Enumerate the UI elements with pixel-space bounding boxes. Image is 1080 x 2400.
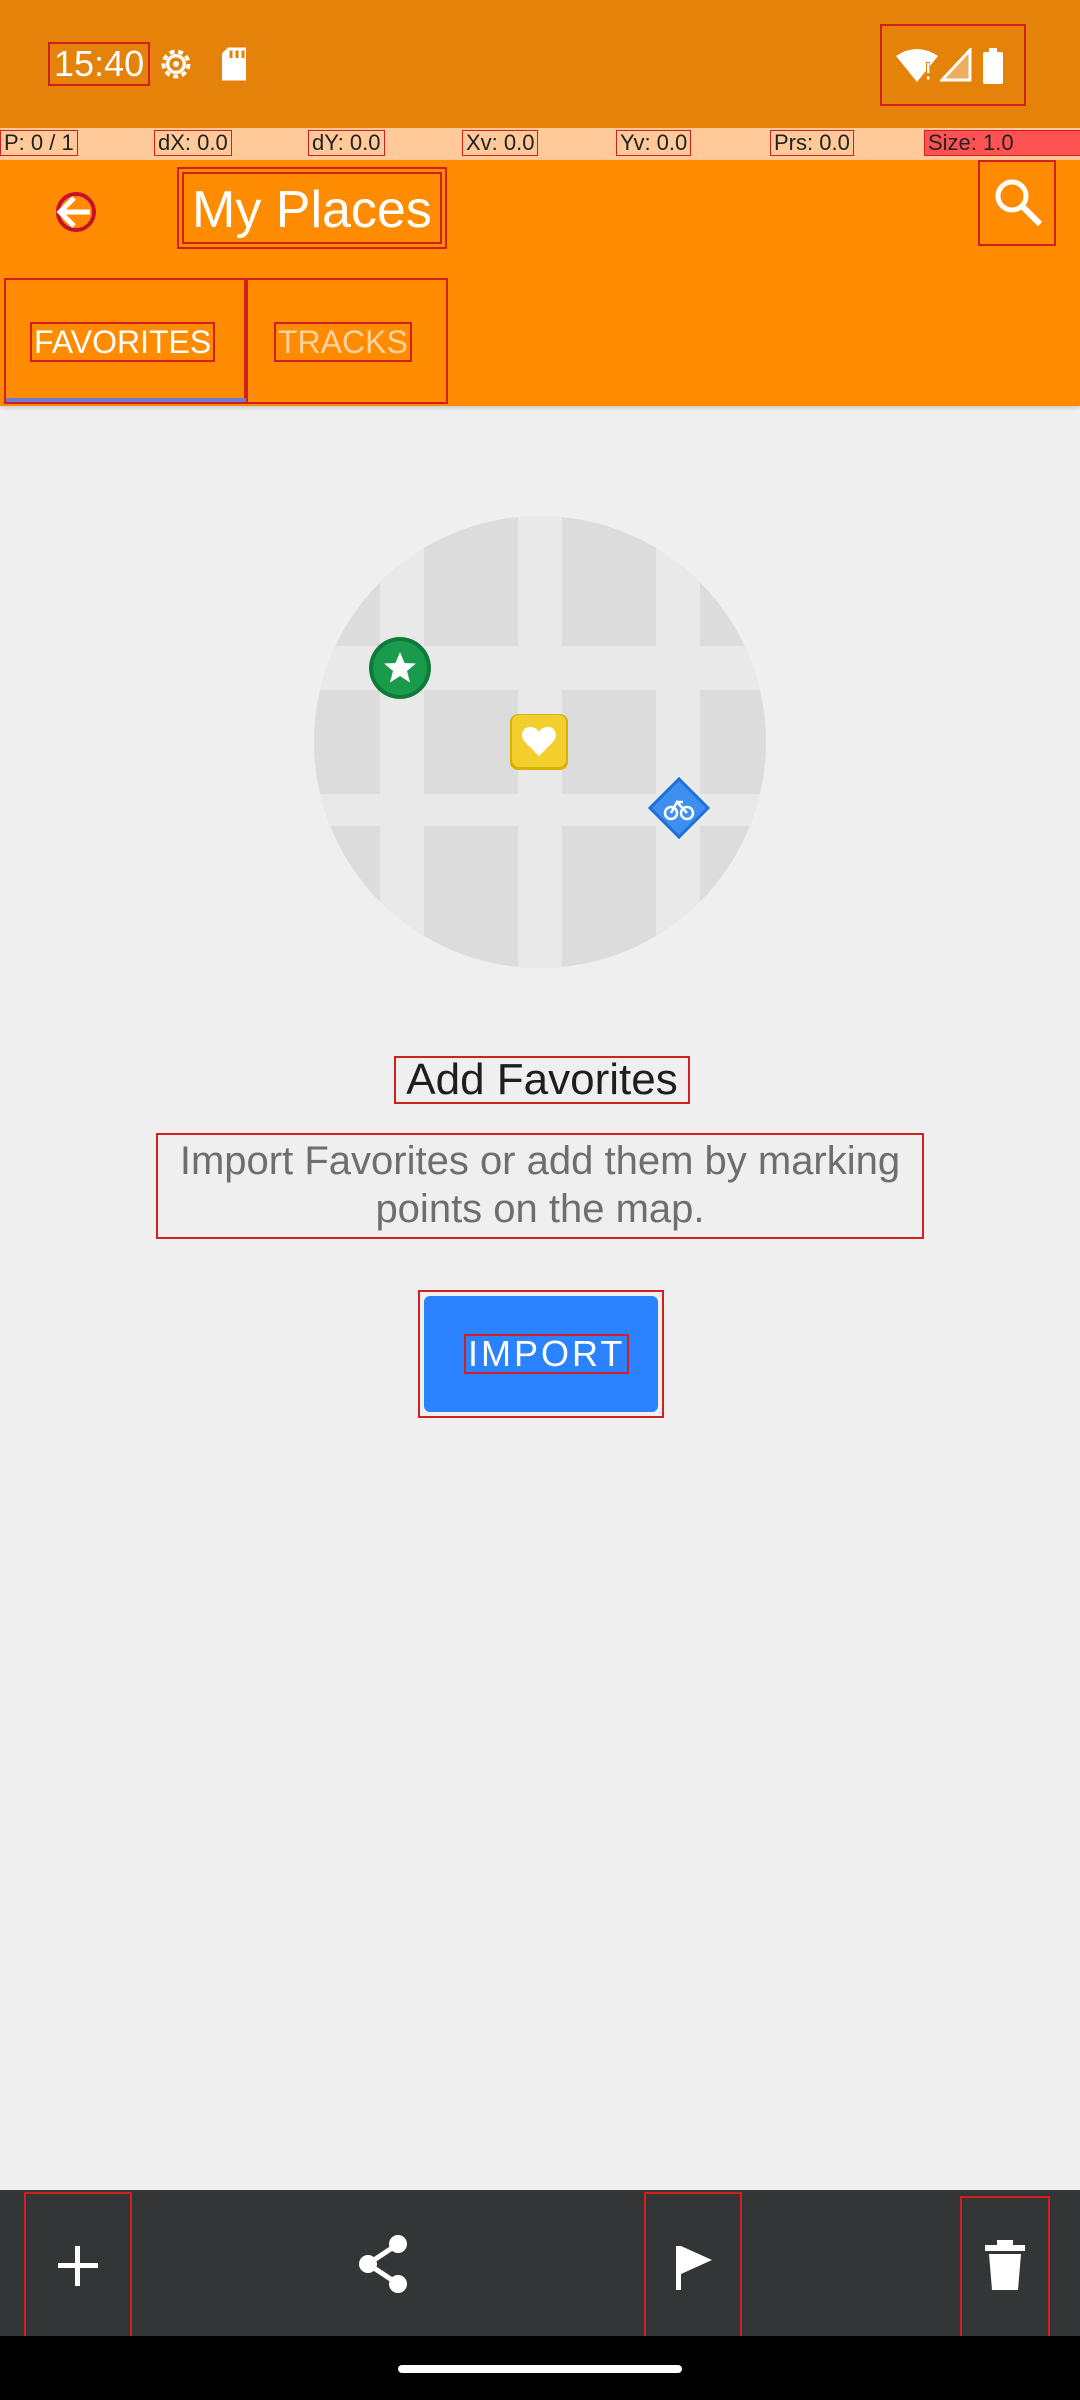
favorites-map-illustration [314, 516, 766, 968]
flag-button[interactable] [644, 2192, 742, 2340]
pointer-dx: dX: 0.0 [154, 130, 232, 156]
heart-favorite-icon [510, 714, 568, 770]
pointer-count: P: 0 / 1 [0, 130, 78, 156]
pointer-yv: Yv: 0.0 [616, 130, 692, 156]
delete-icon [985, 2240, 1025, 2290]
search-button[interactable] [978, 160, 1056, 246]
tab-favorites[interactable]: FAVORITES [4, 278, 246, 404]
status-system-icons [880, 24, 1026, 106]
empty-state-title: Add Favorites [394, 1056, 690, 1104]
delete-button[interactable] [960, 2196, 1050, 2338]
status-bar: 15:40 [0, 0, 1080, 128]
signal-icon [940, 48, 972, 82]
star-favorite-icon [369, 637, 431, 699]
pointer-xv: Xv: 0.0 [462, 130, 539, 156]
search-icon [995, 179, 1043, 227]
tab-tracks-label: TRACKS [274, 322, 412, 362]
add-icon [58, 2246, 98, 2286]
import-button-label: IMPORT [464, 1334, 630, 1374]
share-button[interactable] [354, 2232, 414, 2293]
tab-favorites-label: FAVORITES [30, 322, 216, 362]
empty-state-description: Import Favorites or add them by marking … [156, 1133, 924, 1239]
status-time: 15:40 [48, 42, 151, 86]
page-title: My Places [177, 167, 447, 249]
battery-icon [983, 48, 1003, 84]
bottom-action-bar [0, 2190, 1080, 2336]
add-button[interactable] [24, 2192, 132, 2340]
tab-tracks[interactable]: TRACKS [246, 278, 448, 404]
tab-selected-indicator [6, 398, 246, 402]
sd-card-icon [222, 47, 246, 81]
pointer-pressure: Prs: 0.0 [770, 130, 854, 156]
back-icon[interactable] [44, 180, 108, 244]
import-button[interactable]: IMPORT [418, 1290, 664, 1418]
pointer-location-bar: P: 0 / 1 dX: 0.0 dY: 0.0 Xv: 0.0 Yv: 0.0… [0, 128, 1080, 160]
app-bar: My Places FAVORITES TRACKS [0, 160, 1080, 406]
settings-icon [161, 49, 191, 79]
wifi-alert-icon [896, 49, 938, 82]
home-gesture-handle[interactable] [398, 2365, 682, 2373]
pointer-dy: dY: 0.0 [308, 130, 385, 156]
flag-icon [676, 2246, 712, 2290]
pointer-size: Size: 1.0 [924, 130, 1080, 156]
share-icon [359, 2235, 407, 2293]
